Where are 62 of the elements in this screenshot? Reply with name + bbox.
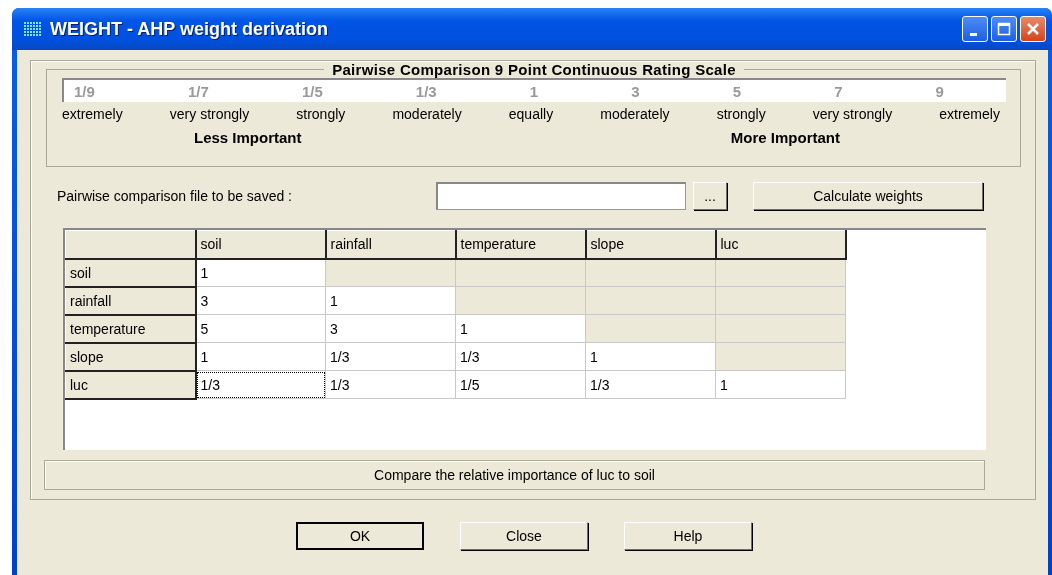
table-cell[interactable]: 1 [585, 342, 716, 371]
scale-label: moderately [392, 106, 462, 122]
grid-icon [24, 22, 42, 36]
table-cell[interactable]: 1/3 [195, 370, 326, 399]
row-header: temperature [65, 314, 196, 343]
more-important-label: More Important [730, 129, 840, 146]
close-button[interactable] [1020, 16, 1046, 42]
table-cell[interactable]: 1/3 [325, 370, 456, 399]
table-cell[interactable]: 3 [195, 286, 326, 315]
row-header: soil [65, 258, 196, 287]
table-cell[interactable]: 1/5 [455, 370, 586, 399]
row-header: rainfall [65, 286, 196, 315]
scale-label: very strongly [169, 106, 250, 122]
maximize-icon [997, 22, 1011, 36]
close-icon [1026, 22, 1040, 36]
scale-label: equally [508, 106, 554, 122]
column-header: slope [585, 230, 716, 259]
table-cell[interactable]: 3 [325, 314, 456, 343]
scale-value: 1/3 [415, 82, 437, 100]
window-title: WEIGHT - AHP weight derivation [50, 18, 329, 40]
file-label: Pairwise comparison file to be saved : [57, 188, 293, 204]
minimize-button[interactable] [962, 16, 988, 42]
column-header: soil [195, 230, 326, 259]
table-cell[interactable]: 1/3 [325, 342, 456, 371]
table-cell[interactable]: 1 [325, 286, 456, 315]
scale-value: 9 [935, 82, 944, 100]
scale-title: Pairwise Comparison 9 Point Continuous Rating Scale [331, 61, 737, 78]
column-header: temperature [455, 230, 586, 259]
less-important-label: Less Important [194, 129, 302, 146]
calculate-weights-button[interactable]: Calculate weights [753, 182, 983, 210]
scale-label: very strongly [812, 106, 893, 122]
scale-value: 3 [631, 82, 640, 100]
scale-label: moderately [600, 106, 670, 122]
table-cell[interactable]: 1 [195, 342, 326, 371]
browse-button[interactable]: ... [693, 182, 727, 210]
status-message: Compare the relative importance of luc to soil [44, 460, 985, 490]
file-input[interactable] [436, 182, 686, 210]
scale-label: extremely [62, 106, 123, 122]
scale-label: extremely [939, 106, 1000, 122]
scale-value: 1 [529, 82, 539, 100]
maximize-button[interactable] [991, 16, 1017, 42]
table-cell[interactable]: 1/3 [585, 370, 716, 399]
column-header: luc [715, 230, 846, 259]
column-header: rainfall [325, 230, 456, 259]
table-cell[interactable]: 1 [715, 370, 846, 399]
dialog-button[interactable]: Help [624, 522, 752, 550]
table-cell[interactable]: 1 [455, 314, 586, 343]
scale-value: 7 [834, 82, 843, 100]
scale-label: strongly [716, 106, 766, 122]
table-cell[interactable]: 1 [195, 258, 326, 287]
scale-value: 1/5 [301, 82, 323, 100]
row-header: luc [65, 370, 196, 399]
table-cell[interactable]: 1/3 [455, 342, 586, 371]
scale-label: strongly [296, 106, 346, 122]
scale-value: 1/9 [74, 82, 95, 100]
dialog-button[interactable]: Close [460, 522, 588, 550]
dialog-button[interactable]: OK [296, 522, 424, 550]
table-cell[interactable]: 5 [195, 314, 326, 343]
row-header: slope [65, 342, 196, 371]
minimize-icon [969, 32, 977, 36]
scale-value: 1/7 [187, 82, 209, 100]
scale-value: 5 [732, 82, 742, 100]
